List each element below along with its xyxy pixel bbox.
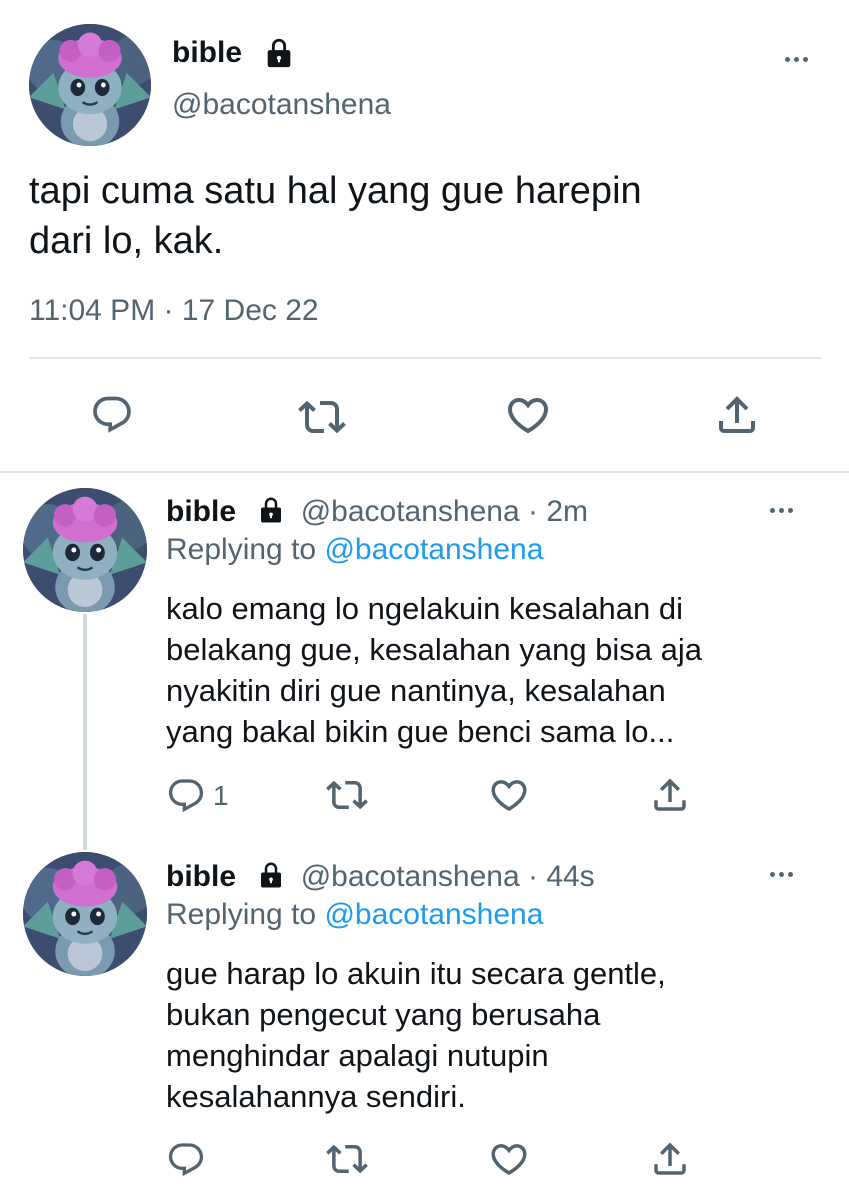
replying-to-handle[interactable]: @bacotanshena [324, 898, 543, 931]
reply-text-line: menghindar apalagi nutupin [166, 1038, 549, 1073]
thread-line [83, 614, 87, 850]
reply-icon[interactable] [166, 776, 206, 816]
share-icon[interactable] [649, 774, 691, 816]
divider [29, 357, 821, 359]
reply-header: bible @bacotanshena · 2m [166, 493, 588, 535]
reply-icon[interactable] [90, 393, 134, 437]
lock-icon [262, 36, 296, 70]
reply-text-line: gue harap lo akuin itu secara gentle, [166, 956, 666, 991]
tweet-text-line: dari lo, kak. [29, 220, 224, 262]
reply-text-line: kesalahannya sendiri. [166, 1079, 466, 1114]
more-icon[interactable] [770, 508, 793, 513]
share-icon[interactable] [649, 1138, 691, 1180]
like-icon[interactable] [504, 391, 552, 439]
display-name[interactable]: bible [166, 860, 236, 893]
section-divider [0, 471, 849, 473]
avatar[interactable] [23, 852, 147, 976]
replying-to: Replying to @bacotanshena [166, 531, 543, 569]
replying-to-label: Replying to [166, 533, 325, 566]
display-name[interactable]: bible [172, 34, 242, 72]
reply-text: kalo emang lo ngelakuin kesalahan di bel… [166, 588, 702, 752]
like-icon[interactable] [488, 1138, 530, 1180]
retweet-icon[interactable] [298, 393, 346, 441]
handle[interactable]: @bacotanshena [172, 86, 391, 124]
timestamp[interactable]: 11:04 PM · 17 Dec 22 [29, 292, 319, 330]
reply-text: gue harap lo akuin itu secara gentle, bu… [166, 953, 666, 1117]
reply-icon[interactable] [166, 1140, 206, 1180]
reply-text-line: belakang gue, kesalahan yang bisa aja [166, 632, 703, 667]
reply-text-line: bukan pengecut yang berusaha [166, 997, 601, 1032]
more-icon[interactable] [785, 57, 808, 62]
avatar[interactable] [23, 488, 147, 612]
handle-time[interactable]: @bacotanshena · 44s [301, 860, 595, 893]
handle-time[interactable]: @bacotanshena · 2m [301, 495, 588, 528]
reply-header: bible @bacotanshena · 44s [166, 858, 595, 900]
reply-text-line: yang bakal bikin gue benci sama lo... [166, 714, 675, 749]
replying-to-handle[interactable]: @bacotanshena [324, 533, 543, 566]
reply-text-line: nyakitin diri gue nantinya, kesalahan [166, 673, 666, 708]
reply-count: 1 [213, 780, 229, 811]
more-icon[interactable] [770, 872, 793, 877]
retweet-icon[interactable] [326, 1138, 368, 1180]
reply-text-line: kalo emang lo ngelakuin kesalahan di [166, 591, 684, 626]
retweet-icon[interactable] [326, 774, 368, 816]
replying-to-label: Replying to [166, 898, 325, 931]
tweet-text: tapi cuma satu hal yang gue harepin dari… [29, 166, 642, 266]
share-icon[interactable] [713, 391, 761, 439]
display-name[interactable]: bible [166, 495, 236, 528]
avatar[interactable] [29, 24, 151, 146]
tweet-text-line: tapi cuma satu hal yang gue harepin [29, 170, 642, 212]
like-icon[interactable] [488, 774, 530, 816]
lock-icon [256, 860, 286, 900]
replying-to: Replying to @bacotanshena [166, 896, 543, 934]
lock-icon [256, 495, 286, 535]
